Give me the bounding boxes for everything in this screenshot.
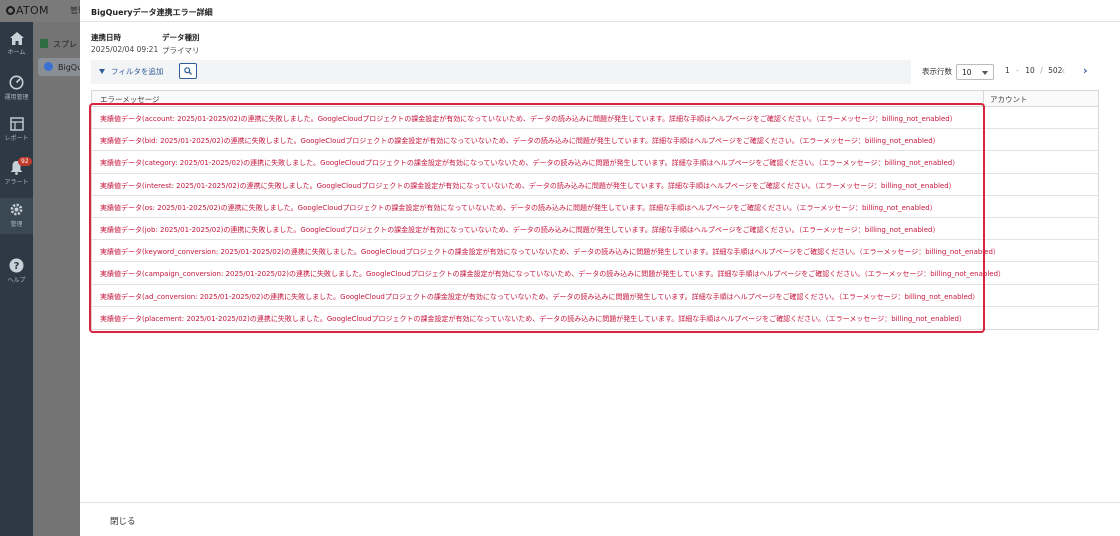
rows-per-page-label: 表示行数: [922, 67, 952, 76]
account-cell: [983, 107, 1100, 129]
table-row[interactable]: 実績値データ(interest: 2025/01-2025/02)の連携に失敗し…: [92, 173, 1100, 196]
title-divider: [80, 21, 1120, 22]
error-message-cell: 実績値データ(keyword_conversion: 2025/01-2025/…: [100, 248, 1000, 257]
footer-divider: [80, 502, 1120, 503]
filter-icon: [99, 69, 105, 74]
table-row[interactable]: 実績値データ(campaign_conversion: 2025/01-2025…: [92, 262, 1100, 285]
account-cell: [983, 217, 1100, 240]
account-cell: [983, 262, 1100, 284]
error-message-cell: 実績値データ(interest: 2025/01-2025/02)の連携に失敗し…: [100, 181, 956, 190]
account-cell: [983, 151, 1100, 173]
sheet-icon: [40, 39, 48, 48]
table-row[interactable]: 実績値データ(placement: 2025/01-2025/02)の連携に失敗…: [92, 306, 1100, 329]
table-header: エラーメッセージ アカウント: [92, 91, 1098, 107]
nav-item-home[interactable]: ホーム: [0, 32, 33, 56]
account-cell: [983, 129, 1100, 151]
account-cell: [983, 306, 1100, 329]
gear-icon: [10, 203, 23, 216]
main-nav: ホーム 運用管理 レポート 92 アラート 管理 ? ヘルプ: [0, 22, 33, 536]
table-row[interactable]: 実績値データ(ad_conversion: 2025/01-2025/02)の連…: [92, 284, 1100, 307]
search-icon: [184, 67, 192, 75]
report-icon: [9, 117, 24, 131]
nav-item-help[interactable]: ? ヘルプ: [0, 258, 33, 284]
error-detail-dialog: BigQueryデータ連携エラー詳細 連携日時 2025/02/04 09:21…: [80, 0, 1120, 536]
rows-per-page-select[interactable]: 10: [956, 64, 994, 80]
account-cell: [983, 240, 1100, 262]
error-table: エラーメッセージ アカウント 実績値データ(account: 2025/01-2…: [91, 90, 1099, 330]
account-cell: [983, 195, 1100, 217]
filter-toolbar: フィルタを追加: [91, 60, 911, 84]
gauge-icon: [9, 75, 24, 90]
table-row[interactable]: 実績値データ(category: 2025/01-2025/02)の連携に失敗し…: [92, 151, 1100, 174]
error-message-cell: 実績値データ(campaign_conversion: 2025/01-2025…: [100, 270, 1006, 279]
alert-count-badge: 92: [18, 157, 32, 166]
home-icon: [9, 32, 24, 45]
account-cell: [983, 173, 1100, 195]
side-item-spreadsheet[interactable]: スプレ: [40, 39, 77, 50]
add-filter-button[interactable]: フィルタを追加: [99, 66, 163, 77]
help-icon: ?: [9, 258, 24, 273]
error-message-cell: 実績値データ(job: 2025/01-2025/02)の連携に失敗しました。G…: [100, 225, 940, 234]
table-row[interactable]: 実績値データ(os: 2025/01-2025/02)の連携に失敗しました。Go…: [92, 195, 1100, 218]
next-page-button[interactable]: ›: [1083, 64, 1088, 77]
nav-item-operations[interactable]: 運用管理: [0, 75, 33, 101]
page-range: 1 - 10 / 502: [1005, 66, 1063, 75]
nav-item-alert[interactable]: 92 アラート: [0, 157, 33, 186]
dialog-title: BigQueryデータ連携エラー詳細: [91, 8, 213, 17]
nav-item-admin[interactable]: 管理: [0, 198, 33, 234]
bigquery-icon: [44, 62, 53, 71]
error-message-cell: 実績値データ(bid: 2025/01-2025/02)の連携に失敗しました。G…: [100, 137, 940, 146]
account-cell: [983, 284, 1100, 306]
nav-item-report[interactable]: レポート: [0, 117, 33, 142]
table-row[interactable]: 実績値データ(bid: 2025/01-2025/02)の連携に失敗しました。G…: [92, 129, 1100, 152]
error-message-cell: 実績値データ(category: 2025/01-2025/02)の連携に失敗し…: [100, 159, 960, 168]
chevron-left-icon: ‹: [1061, 64, 1066, 77]
table-row[interactable]: 実績値データ(job: 2025/01-2025/02)の連携に失敗しました。G…: [92, 217, 1100, 241]
close-button[interactable]: 閉じる: [110, 515, 136, 527]
error-message-cell: 実績値データ(account: 2025/01-2025/02)の連携に失敗しま…: [100, 115, 957, 123]
table-row[interactable]: 実績値データ(account: 2025/01-2025/02)の連携に失敗しま…: [92, 107, 1100, 130]
error-message-cell: 実績値データ(os: 2025/01-2025/02)の連携に失敗しました。Go…: [100, 203, 937, 212]
meta-data-type: データ種別 プライマリ: [162, 33, 200, 55]
search-button[interactable]: [179, 63, 197, 79]
column-header-account[interactable]: アカウント: [990, 94, 1028, 105]
app-logo[interactable]: ATOM: [6, 4, 49, 17]
svg-text:?: ?: [14, 261, 20, 272]
table-row[interactable]: 実績値データ(keyword_conversion: 2025/01-2025/…: [92, 240, 1100, 263]
logo-circle-icon: [6, 6, 15, 15]
prev-page-button[interactable]: ‹: [1061, 64, 1065, 77]
error-message-cell: 実績値データ(placement: 2025/01-2025/02)の連携に失敗…: [100, 314, 966, 323]
column-header-error-message[interactable]: エラーメッセージ: [100, 94, 160, 105]
chevron-right-icon: ›: [1083, 64, 1088, 77]
meta-sync-date: 連携日時 2025/02/04 09:21: [91, 33, 159, 54]
error-message-cell: 実績値データ(ad_conversion: 2025/01-2025/02)の連…: [100, 292, 980, 301]
chevron-down-icon: [982, 71, 988, 75]
